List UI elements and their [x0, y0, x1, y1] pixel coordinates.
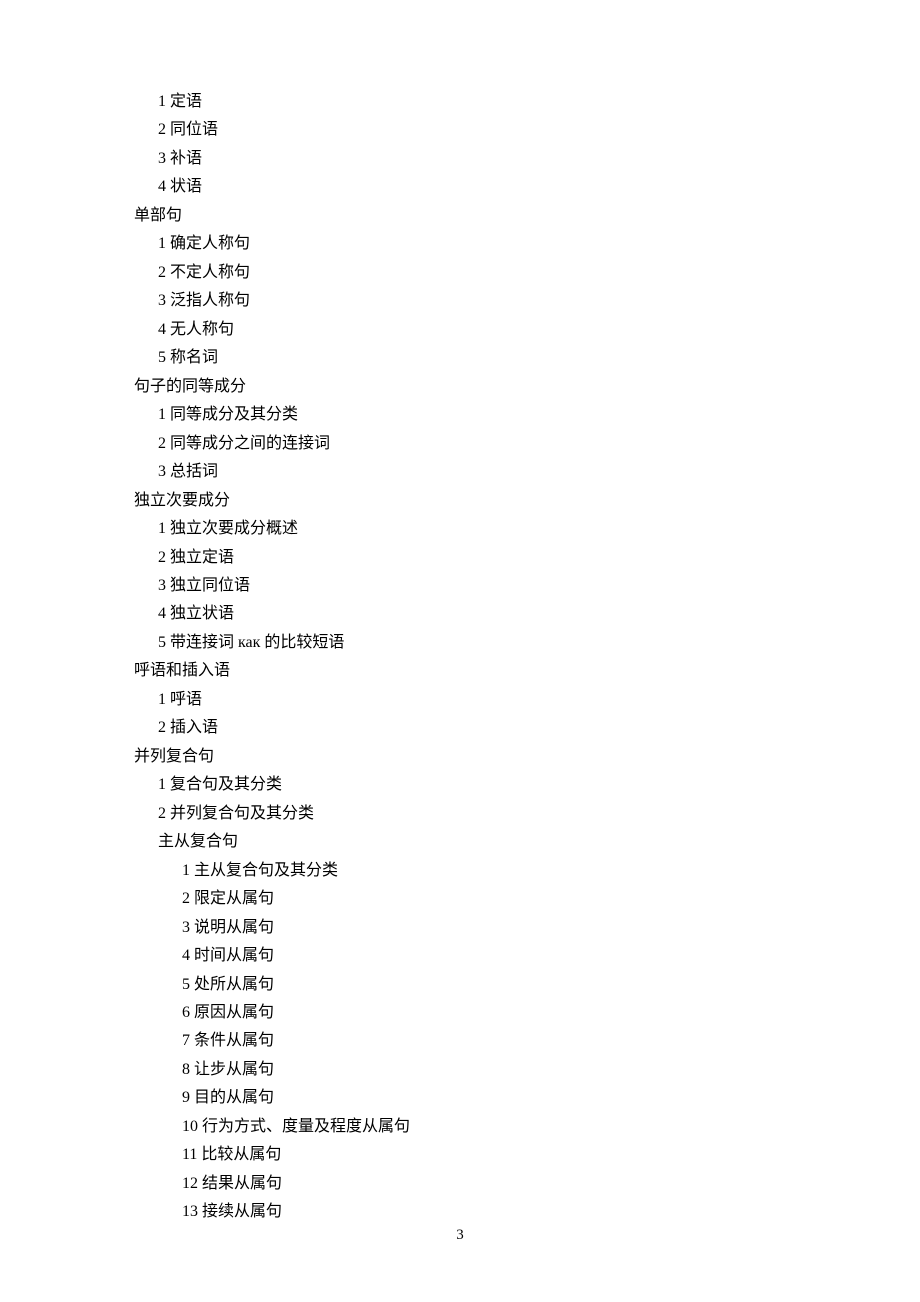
outline-line: 10 行为方式、度量及程度从属句	[110, 1113, 810, 1141]
outline-line: 4 状语	[110, 173, 810, 201]
outline-line: 5 称名词	[110, 344, 810, 372]
outline-line: 1 独立次要成分概述	[110, 515, 810, 543]
outline-line: 1 定语	[110, 88, 810, 116]
outline-line: 句子的同等成分	[110, 373, 810, 401]
outline-line: 3 总括词	[110, 458, 810, 486]
outline-line: 3 补语	[110, 145, 810, 173]
outline-line: 12 结果从属句	[110, 1170, 810, 1198]
outline-line: 4 独立状语	[110, 600, 810, 628]
outline-line: 2 不定人称句	[110, 259, 810, 287]
outline-line: 6 原因从属句	[110, 999, 810, 1027]
outline-line: 2 插入语	[110, 714, 810, 742]
outline-line: 独立次要成分	[110, 487, 810, 515]
outline-line: 9 目的从属句	[110, 1084, 810, 1112]
outline-line: 1 确定人称句	[110, 230, 810, 258]
outline-line: 1 呼语	[110, 686, 810, 714]
outline-line: 2 同等成分之间的连接词	[110, 430, 810, 458]
outline-line: 3 泛指人称句	[110, 287, 810, 315]
document-page: 1 定语2 同位语3 补语4 状语单部句1 确定人称句2 不定人称句3 泛指人称…	[0, 0, 920, 1227]
outline-line: 13 接续从属句	[110, 1198, 810, 1226]
outline-list: 1 定语2 同位语3 补语4 状语单部句1 确定人称句2 不定人称句3 泛指人称…	[110, 88, 810, 1227]
outline-line: 4 无人称句	[110, 316, 810, 344]
outline-line: 3 说明从属句	[110, 914, 810, 942]
outline-line: 5 带连接词 как 的比较短语	[110, 629, 810, 657]
outline-line: 4 时间从属句	[110, 942, 810, 970]
outline-line: 1 复合句及其分类	[110, 771, 810, 799]
page-number: 3	[0, 1227, 920, 1244]
outline-line: 2 独立定语	[110, 544, 810, 572]
outline-line: 3 独立同位语	[110, 572, 810, 600]
outline-line: 7 条件从属句	[110, 1027, 810, 1055]
outline-line: 1 同等成分及其分类	[110, 401, 810, 429]
outline-line: 1 主从复合句及其分类	[110, 857, 810, 885]
outline-line: 并列复合句	[110, 743, 810, 771]
outline-line: 2 同位语	[110, 116, 810, 144]
outline-line: 11 比较从属句	[110, 1141, 810, 1169]
outline-line: 2 并列复合句及其分类	[110, 800, 810, 828]
outline-line: 8 让步从属句	[110, 1056, 810, 1084]
outline-line: 5 处所从属句	[110, 971, 810, 999]
outline-line: 单部句	[110, 202, 810, 230]
outline-line: 2 限定从属句	[110, 885, 810, 913]
outline-line: 呼语和插入语	[110, 657, 810, 685]
outline-line: 主从复合句	[110, 828, 810, 856]
